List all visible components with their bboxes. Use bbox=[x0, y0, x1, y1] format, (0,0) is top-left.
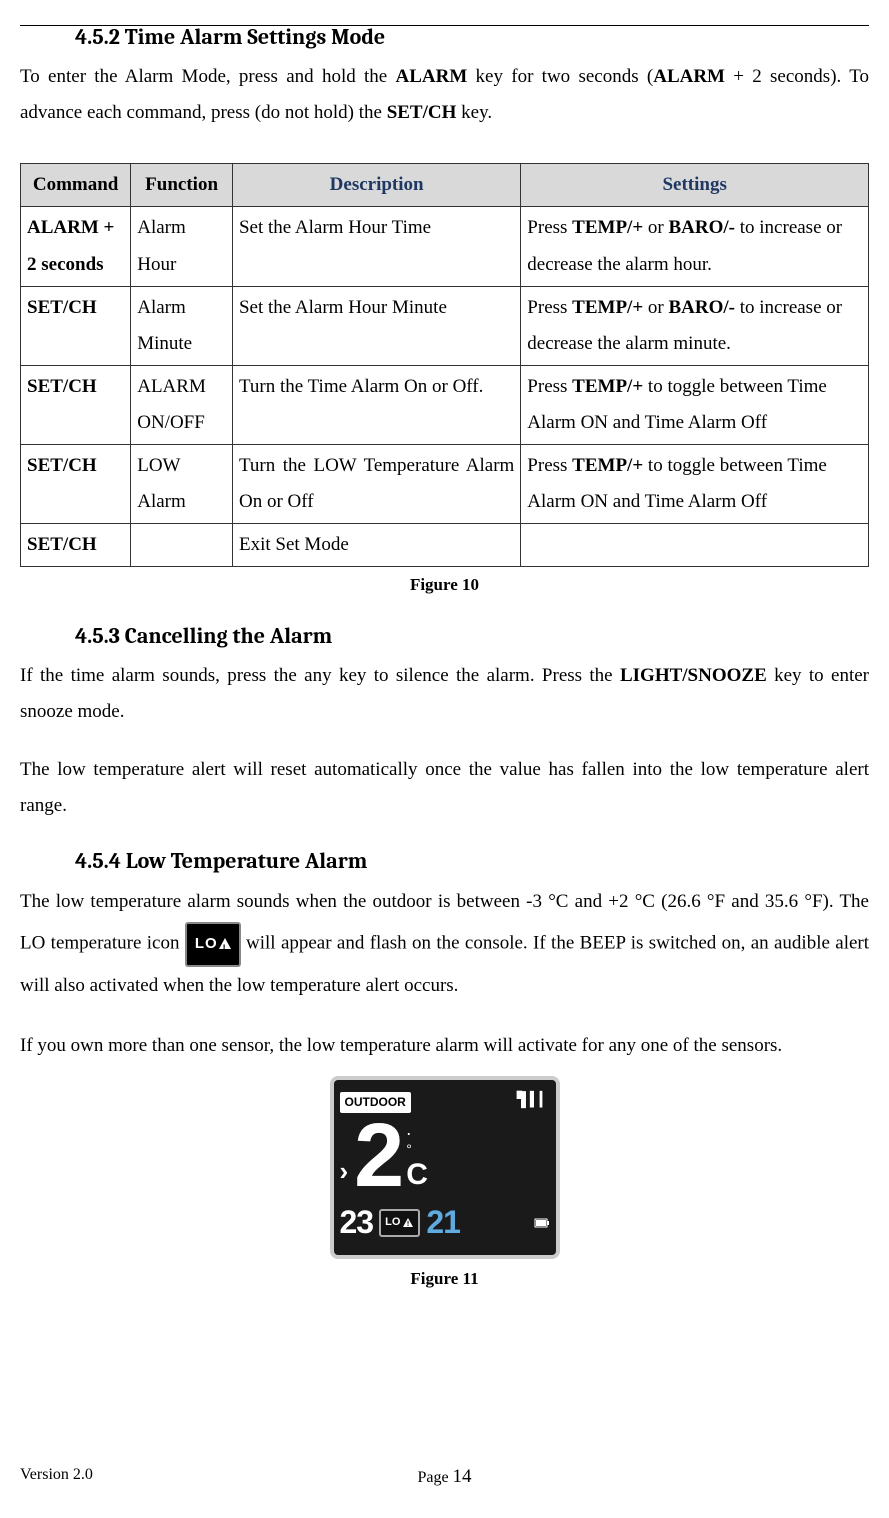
warning-triangle-icon: ! bbox=[219, 938, 231, 949]
para-454-1: The low temperature alarm sounds when th… bbox=[20, 883, 869, 1006]
text: SET/CH bbox=[27, 455, 97, 476]
alarm-settings-table: Command Function Description Settings AL… bbox=[20, 163, 869, 567]
cell-function: Alarm Minute bbox=[131, 286, 233, 365]
table-row: ALARM + 2 seconds Alarm Hour Set the Ala… bbox=[21, 207, 869, 286]
cell-command: SET/CH bbox=[21, 286, 131, 365]
para-453-2: The low temperature alert will reset aut… bbox=[20, 752, 869, 824]
text: . bbox=[406, 1120, 428, 1138]
section-heading-453: 4.5.3 Cancelling the Alarm bbox=[75, 619, 869, 654]
table-row: SET/CH Alarm Minute Set the Alarm Hour M… bbox=[21, 286, 869, 365]
chevron-right-icon: › bbox=[340, 1151, 349, 1193]
cell-command: SET/CH bbox=[21, 524, 131, 567]
key-alarm: ALARM bbox=[395, 66, 467, 87]
svg-text:!: ! bbox=[407, 1221, 409, 1228]
text: key. bbox=[456, 102, 492, 123]
cell-description: Turn the LOW Temperature Alarm On or Off bbox=[232, 445, 520, 524]
lo-temperature-icon: LO! bbox=[185, 922, 241, 967]
cell-function: LOW Alarm bbox=[131, 445, 233, 524]
table-row: SET/CH LOW Alarm Turn the LOW Temperatur… bbox=[21, 445, 869, 524]
cell-settings: Press TEMP/+ or BARO/- to increase or de… bbox=[521, 286, 869, 365]
signal-icon: ▝▌▍▎ bbox=[511, 1086, 549, 1110]
cell-function bbox=[131, 524, 233, 567]
cell-description: Turn the Time Alarm On or Off. bbox=[232, 365, 520, 444]
text: To enter the Alarm Mode, press and hold … bbox=[20, 66, 395, 87]
text: C bbox=[406, 1161, 428, 1188]
text: or bbox=[643, 217, 668, 238]
key-baro: BARO/- bbox=[669, 217, 736, 238]
cell-settings bbox=[521, 524, 869, 567]
hi-temp-value: 21 bbox=[426, 1197, 460, 1248]
cell-description: Set the Alarm Hour Minute bbox=[232, 286, 520, 365]
text: ALARM + 2 seconds bbox=[27, 217, 114, 274]
lo-badge-icon: LO ! bbox=[379, 1209, 420, 1237]
battery-icon bbox=[534, 1218, 550, 1228]
text: Press bbox=[527, 217, 572, 238]
table-row: SET/CH ALARM ON/OFF Turn the Time Alarm … bbox=[21, 365, 869, 444]
cell-settings: Press TEMP/+ to toggle between Time Alar… bbox=[521, 365, 869, 444]
figure-10-caption: Figure 10 bbox=[20, 571, 869, 598]
warning-triangle-icon: ! bbox=[402, 1217, 414, 1228]
text: SET/CH bbox=[27, 297, 97, 318]
key-alarm2: ALARM bbox=[653, 66, 725, 87]
page-footer: Version 2.0 Page 14 bbox=[20, 1462, 869, 1488]
text: If the time alarm sounds, press the any … bbox=[20, 665, 620, 686]
page-number: Page 14 bbox=[417, 1462, 471, 1492]
cell-function: ALARM ON/OFF bbox=[131, 365, 233, 444]
key-setch: SET/CH bbox=[387, 102, 457, 123]
section-heading-454: 4.5.4 Low Temperature Alarm bbox=[75, 844, 869, 879]
cell-description: Set the Alarm Hour Time bbox=[232, 207, 520, 286]
version-label: Version 2.0 bbox=[20, 1466, 93, 1483]
text: 14 bbox=[453, 1466, 472, 1487]
cell-function: Alarm Hour bbox=[131, 207, 233, 286]
text: or bbox=[643, 297, 668, 318]
text: Press bbox=[527, 297, 572, 318]
para-452: To enter the Alarm Mode, press and hold … bbox=[20, 59, 869, 131]
cell-settings: Press TEMP/+ or BARO/- to increase or de… bbox=[521, 207, 869, 286]
para-454-2: If you own more than one sensor, the low… bbox=[20, 1028, 869, 1064]
text: SET/CH bbox=[27, 534, 97, 555]
temp-unit: . ° C bbox=[406, 1120, 428, 1187]
lo-badge-text: LO bbox=[385, 1214, 400, 1232]
th-function: Function bbox=[131, 164, 233, 207]
main-temp-value: 2 bbox=[354, 1116, 398, 1197]
table-header-row: Command Function Description Settings bbox=[21, 164, 869, 207]
lo-text: LO bbox=[195, 935, 218, 952]
table-row: SET/CH Exit Set Mode bbox=[21, 524, 869, 567]
key-temp: TEMP/+ bbox=[572, 297, 643, 318]
figure-11-caption: Figure 11 bbox=[20, 1265, 869, 1292]
text: Press bbox=[527, 455, 572, 476]
text: key for two seconds ( bbox=[467, 66, 653, 87]
key-temp: TEMP/+ bbox=[572, 455, 643, 476]
key-baro: BARO/- bbox=[669, 297, 736, 318]
key-temp: TEMP/+ bbox=[572, 217, 643, 238]
console-display-image: OUTDOOR ▝▌▍▎ › 2 . ° C 23 LO ! 21 bbox=[330, 1076, 560, 1259]
cell-command: SET/CH bbox=[21, 445, 131, 524]
para-453-1: If the time alarm sounds, press the any … bbox=[20, 658, 869, 730]
th-command: Command bbox=[21, 164, 131, 207]
text: SET/CH bbox=[27, 376, 97, 397]
cell-description: Exit Set Mode bbox=[232, 524, 520, 567]
th-settings: Settings bbox=[521, 164, 869, 207]
key-temp: TEMP/+ bbox=[572, 376, 643, 397]
text: Press bbox=[527, 376, 572, 397]
th-description: Description bbox=[232, 164, 520, 207]
cell-command: SET/CH bbox=[21, 365, 131, 444]
key-light-snooze: LIGHT/SNOOZE bbox=[620, 665, 767, 686]
lo-temp-value: 23 bbox=[340, 1197, 374, 1248]
cell-settings: Press TEMP/+ to toggle between Time Alar… bbox=[521, 445, 869, 524]
text: Page bbox=[417, 1469, 452, 1486]
cell-command: ALARM + 2 seconds bbox=[21, 207, 131, 286]
